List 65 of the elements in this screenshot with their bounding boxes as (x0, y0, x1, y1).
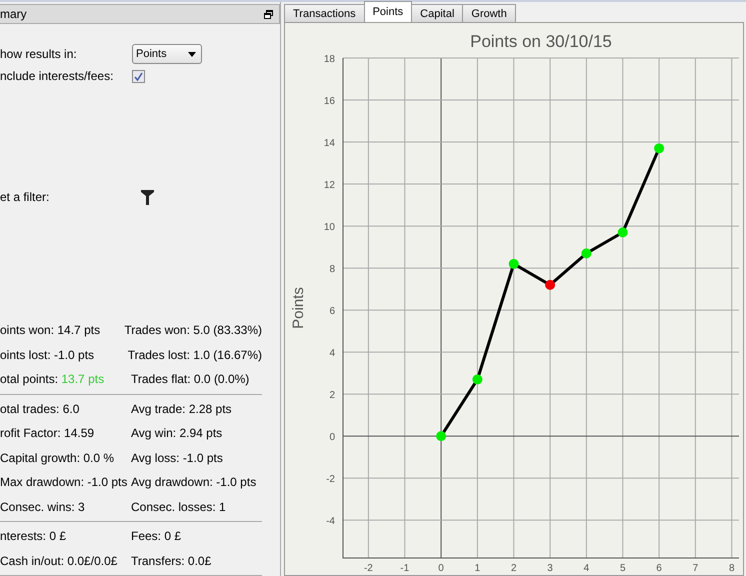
stat-text: Capital growth: 0.0 % (0, 450, 116, 467)
y-tick-label: 10 (324, 222, 335, 234)
include-fees-checkbox[interactable] (132, 70, 145, 82)
x-tick-label: 3 (547, 563, 553, 574)
x-tick-label: -2 (364, 563, 373, 574)
data-point (545, 280, 556, 290)
stat-text: Avg drawdown: -1.0 pts (131, 474, 256, 492)
x-tick-label: 7 (692, 563, 698, 574)
stat-text: oints lost: -1.0 pts (0, 346, 96, 364)
panel-title: mary (0, 6, 27, 23)
data-point (654, 143, 664, 154)
stat-text: Consec. losses: 1 (131, 498, 226, 516)
y-tick-label: 2 (329, 390, 335, 402)
tab[interactable]: Growth (462, 4, 516, 22)
stat-text: Cash in/out: 0.0£/0.0£ (0, 552, 118, 570)
stat-text: Avg trade: 2.28 pts (131, 400, 232, 418)
filter-icon[interactable] (141, 190, 154, 206)
x-tick-label: 1 (474, 563, 480, 574)
stat-text: nterests: 0 £ (0, 528, 68, 546)
field-label: how results in: (0, 46, 78, 63)
y-tick-label: 8 (329, 264, 335, 276)
x-tick-label: 4 (584, 563, 590, 574)
stat-text: Consec. wins: 3 (0, 498, 86, 516)
data-point (581, 248, 592, 258)
tab[interactable]: Points (364, 1, 412, 22)
y-tick-label: 18 (324, 54, 335, 65)
tab[interactable]: Transactions (284, 4, 365, 22)
restore-window-icon[interactable] (264, 10, 273, 18)
chart-title: Points on 30/10/15 (470, 32, 612, 51)
stat-text: rofit Factor: 14.59 (0, 425, 96, 442)
stat-text: Avg loss: -1.0 pts (131, 450, 223, 467)
y-tick-label: -4 (326, 516, 335, 528)
y-tick-label: 14 (324, 138, 335, 150)
data-point (508, 258, 519, 269)
stat-text: otal trades: 6.0 (0, 400, 80, 418)
y-tick-label: 0 (329, 432, 335, 444)
x-tick-label: -1 (400, 563, 410, 574)
y-tick-label: 12 (324, 180, 335, 192)
stat-text: oints won: 14.7 pts (0, 322, 102, 340)
field-label: nclude interests/fees: (0, 68, 114, 85)
x-tick-label: 2 (510, 563, 517, 574)
y-tick-label: -2 (326, 474, 335, 486)
stat-text: Transfers: 0.0£ (131, 552, 212, 570)
y-tick-label: 16 (324, 96, 335, 108)
x-tick-label: 5 (620, 563, 626, 574)
y-tick-label: 4 (329, 348, 335, 360)
stat-text: Trades won: 5.0 (83.33%) (124, 322, 262, 340)
stat-text: otal points: 13.7 pts (0, 371, 106, 388)
stat-text: Fees: 0 £ (131, 528, 182, 546)
stat-text: Avg win: 2.94 pts (131, 425, 222, 442)
x-tick-label: 6 (656, 563, 662, 574)
stat-text: Max drawdown: -1.0 pts (0, 474, 128, 492)
stat-text: Trades lost: 1.0 (16.67%) (128, 346, 262, 364)
data-point (618, 227, 628, 238)
data-point (436, 431, 446, 442)
y-axis-label: Points (290, 287, 307, 329)
tab[interactable]: Capital (411, 4, 464, 22)
y-tick-label: 6 (329, 306, 335, 318)
data-point (472, 374, 482, 384)
x-tick-label: 0 (438, 563, 444, 574)
stat-text: Trades flat: 0.0 (0.0%) (131, 371, 250, 388)
results-unit-select[interactable]: Points (132, 44, 202, 64)
x-tick-label: 8 (728, 563, 735, 574)
caret-icon (188, 52, 196, 56)
field-label: et a filter: (0, 189, 50, 206)
